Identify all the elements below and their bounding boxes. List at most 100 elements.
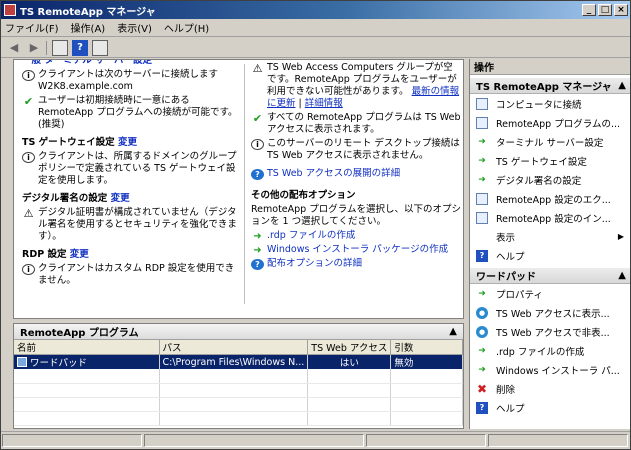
rdp-info-row: i クライアントはカスタム RDP 設定を使用できません。 xyxy=(22,263,242,287)
back-arrow-icon[interactable]: ◀ xyxy=(6,40,22,56)
help-icon[interactable]: ? xyxy=(72,39,88,56)
green-arrow-icon: ➜ xyxy=(478,364,486,375)
doc-icon xyxy=(476,116,488,129)
create-msi-link[interactable]: Windows インストーラ パッケージの作成 xyxy=(267,244,448,256)
action-view[interactable]: 表示 ▶ xyxy=(470,227,630,246)
maximize-button[interactable]: □ xyxy=(598,4,612,16)
program-args-cell: 無効 xyxy=(390,354,463,369)
computer-icon xyxy=(476,97,488,110)
action-help[interactable]: ? ヘルプ xyxy=(470,246,630,265)
program-path-cell: C:\Program Files\Windows N... xyxy=(159,354,309,369)
globe-icon: ● xyxy=(476,306,488,319)
programs-header: RemoteApp プログラム ▲ xyxy=(14,324,463,340)
ts-web-column: ⚠ TS Web Access Computers グループが空です。Remot… xyxy=(251,60,461,272)
action-help-program[interactable]: ? ヘルプ xyxy=(470,398,630,417)
empty-row xyxy=(14,397,463,412)
status-panel xyxy=(144,434,364,447)
checkmark-icon: ✔ xyxy=(252,111,263,125)
action-show-ts-web[interactable]: ● TS Web アクセスに表示... xyxy=(470,303,630,322)
column-header-tsweb[interactable]: TS Web アクセス xyxy=(307,340,392,355)
user-check-row: ✔ ユーザーは初期接続時に一意にある RemoteApp プログラムへの接続が可… xyxy=(23,94,238,130)
title-bar: TS RemoteApp マネージャ _ □ × xyxy=(1,1,630,19)
info-icon: i xyxy=(251,139,264,150)
collapse-arrow-icon[interactable]: ▲ xyxy=(618,80,626,91)
rdp-change-link[interactable]: 変更 xyxy=(70,249,89,260)
gateway-section-title: TS ゲートウェイ設定 変更 xyxy=(22,137,137,148)
action-import-settings[interactable]: RemoteApp 設定のイン... xyxy=(470,208,630,227)
app-icon xyxy=(4,4,16,16)
help-icon: ? xyxy=(476,249,488,262)
signature-section-title: デジタル署名の設定 変更 xyxy=(22,193,130,204)
action-properties[interactable]: ➜ プロパティ xyxy=(470,284,630,303)
menu-file[interactable]: ファイル(F) xyxy=(5,20,59,35)
action-add-program[interactable]: RemoteApp プログラムの... xyxy=(470,113,630,132)
menu-action[interactable]: 操作(A) xyxy=(71,20,106,35)
submenu-arrow-icon: ▶ xyxy=(617,232,624,241)
green-arrow-icon: ➜ xyxy=(478,136,486,147)
close-button[interactable]: × xyxy=(614,4,628,16)
empty-row xyxy=(14,411,463,426)
menu-bar: ファイル(F) 操作(A) 表示(V) ヘルプ(H) xyxy=(1,19,630,37)
distribution-details-row: ? 配布オプションの詳細 xyxy=(251,258,461,270)
doc-icon xyxy=(476,192,488,205)
create-msi-row: ➜ Windows インストーラ パッケージの作成 xyxy=(251,244,461,256)
empty-row xyxy=(14,383,463,398)
action-export-settings[interactable]: RemoteApp 設定のエク... xyxy=(470,189,630,208)
section-fragment: 一般 ターミナル サーバー設定 xyxy=(22,59,153,66)
column-header-path[interactable]: パス xyxy=(159,340,309,355)
forward-arrow-icon[interactable]: ▶ xyxy=(26,40,42,56)
green-arrow-icon: ➜ xyxy=(478,155,486,166)
other-options-title: その他の配布オプション xyxy=(251,190,356,201)
remoteapp-programs-pane: RemoteApp プログラム ▲ 名前 パス TS Web アクセス 引数 ワ… xyxy=(13,323,464,429)
table-row[interactable]: ワードパッド C:\Program Files\Windows N... はい … xyxy=(14,354,463,369)
info-icon: i xyxy=(22,152,35,163)
details-link[interactable]: 詳細情報 xyxy=(305,98,343,109)
column-header-name[interactable]: 名前 xyxy=(14,340,160,355)
distribution-details-link[interactable]: 配布オプションの詳細 xyxy=(267,258,362,270)
action-create-rdp[interactable]: ➜ .rdp ファイルの作成 xyxy=(470,341,630,360)
gateway-change-link[interactable]: 変更 xyxy=(118,137,137,148)
action-terminal-server-settings[interactable]: ➜ ターミナル サーバー設定 xyxy=(470,132,630,151)
signature-change-link[interactable]: 変更 xyxy=(111,193,130,204)
program-tsweb-cell: はい xyxy=(307,354,392,369)
status-panel xyxy=(366,434,486,447)
show-hide-action-pane-icon[interactable] xyxy=(92,39,108,56)
collapse-arrow-icon[interactable]: ▲ xyxy=(618,270,626,281)
info-icon: i xyxy=(22,70,35,81)
toolbar-separator xyxy=(46,40,47,55)
action-pane-header: 操作 xyxy=(470,59,630,75)
action-section-manager[interactable]: TS RemoteApp マネージャ ▲ xyxy=(470,78,630,94)
minimize-button[interactable]: _ xyxy=(582,4,596,16)
info-globe-icon: ? xyxy=(251,259,264,270)
action-digital-signature[interactable]: ➜ デジタル署名の設定 xyxy=(470,170,630,189)
green-arrow-icon: ➜ xyxy=(253,244,262,256)
ts-web-deploy-row: ? TS Web アクセスの展開の詳細 xyxy=(251,168,461,180)
action-connect-computer[interactable]: コンピュータに接続 xyxy=(470,94,630,113)
action-pane: 操作 TS RemoteApp マネージャ ▲ コンピュータに接続 Remote… xyxy=(469,59,630,429)
menu-view[interactable]: 表示(V) xyxy=(117,20,152,35)
column-header-args[interactable]: 引数 xyxy=(390,340,463,355)
action-gateway-settings[interactable]: ➜ TS ゲートウェイ設定 xyxy=(470,151,630,170)
toolbar: ◀ ▶ ? xyxy=(1,38,630,58)
rdp-section-title: RDP 設定 変更 xyxy=(22,249,89,260)
doc-icon xyxy=(476,211,488,224)
wordpad-icon xyxy=(17,357,27,367)
collapse-arrow-icon[interactable]: ▲ xyxy=(449,326,457,337)
action-create-msi[interactable]: ➜ Windows インストーラ パ... xyxy=(470,360,630,379)
action-delete[interactable]: ✖ 削除 xyxy=(470,379,630,398)
status-panel xyxy=(488,434,628,447)
help-icon: ? xyxy=(476,401,488,414)
server-settings-column: 一般 ターミナル サーバー設定 i クライアントは次のサーバーに接続します W2… xyxy=(22,60,242,289)
signature-warning-row: ⚠ デジタル証明書が構成されていません（デジタル署名を使用するとセキュリティを強… xyxy=(23,206,237,242)
program-name-cell: ワードパッド xyxy=(14,354,160,369)
action-hide-ts-web[interactable]: ● TS Web アクセスで非表... xyxy=(470,322,630,341)
create-rdp-link[interactable]: .rdp ファイルの作成 xyxy=(267,230,355,242)
show-hide-tree-icon[interactable] xyxy=(52,39,68,56)
gateway-info-row: i クライアントは、所属するドメインのグループ ポリシーで定義されている TS … xyxy=(22,151,242,187)
ts-web-deploy-link[interactable]: TS Web アクセスの展開の詳細 xyxy=(267,168,400,180)
green-arrow-icon: ➜ xyxy=(253,230,262,242)
action-section-wordpad[interactable]: ワードパッド ▲ xyxy=(470,268,630,284)
menu-help[interactable]: ヘルプ(H) xyxy=(164,20,209,35)
overview-pane: 一般 ターミナル サーバー設定 i クライアントは次のサーバーに接続します W2… xyxy=(13,59,464,319)
ts-web-all-row: ✔ すべての RemoteApp プログラムは TS Web アクセスに表示され… xyxy=(252,111,461,135)
